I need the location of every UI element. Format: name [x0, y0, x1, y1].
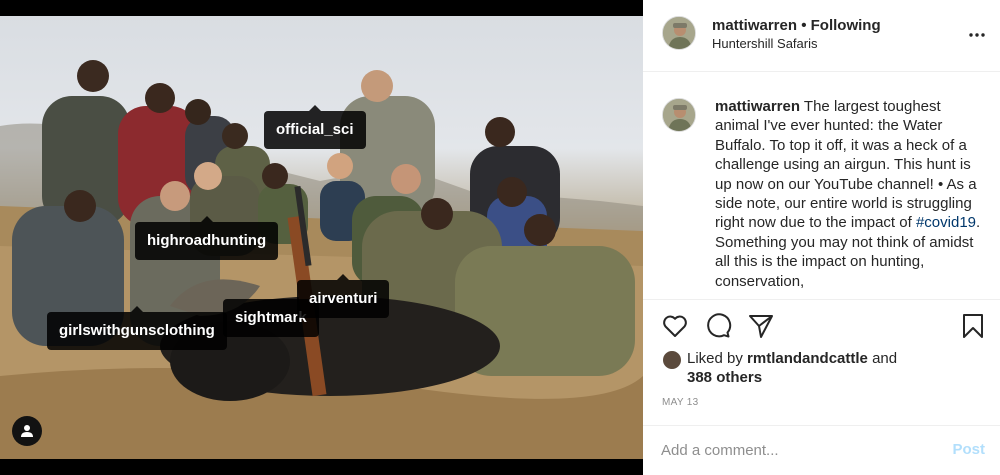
- caption-avatar[interactable]: [662, 98, 696, 132]
- instagram-post: official_sci highroadhunting sightmark a…: [0, 0, 1000, 475]
- caption-text: mattiwarren The largest toughest animal …: [715, 97, 985, 291]
- photo-tag-girlswithgunsclothing[interactable]: girlswithgunsclothing: [47, 306, 227, 350]
- bookmark-icon[interactable]: [959, 312, 987, 340]
- caption-area: mattiwarren The largest toughest animal …: [643, 73, 1000, 299]
- likes-line: Liked by rmtlandandcattle and: [687, 349, 897, 369]
- avatar[interactable]: [662, 16, 696, 50]
- location-link[interactable]: Huntershill Safaris: [712, 36, 818, 51]
- photo-tag-highroadhunting[interactable]: highroadhunting: [135, 216, 279, 260]
- paper-plane-icon[interactable]: [747, 312, 775, 340]
- photo-tag-official-sci[interactable]: official_sci: [264, 105, 366, 149]
- comment-input[interactable]: [661, 439, 921, 461]
- post-photo[interactable]: official_sci highroadhunting sightmark a…: [0, 16, 643, 459]
- caption-username[interactable]: mattiwarren: [715, 98, 800, 115]
- header-username[interactable]: mattiwarren: [712, 17, 797, 34]
- profile-photo: [663, 17, 695, 49]
- liker-avatar[interactable]: [662, 350, 682, 370]
- likes-count-link[interactable]: 388 others: [687, 368, 762, 388]
- likes-conjunction: and: [867, 350, 898, 367]
- action-bar: Liked by rmtlandandcattle and 388 others…: [643, 299, 1000, 425]
- post-sidebar: mattiwarren • Following Huntershill Safa…: [643, 0, 1000, 475]
- caption-body: The largest toughest animal I've ever hu…: [715, 98, 977, 232]
- likes-prefix: Liked by: [687, 350, 748, 367]
- hashtag-link[interactable]: #covid19: [916, 214, 976, 231]
- heart-icon[interactable]: [661, 312, 689, 340]
- profile-photo: [663, 99, 695, 131]
- person-icon: [21, 425, 33, 437]
- liker-username[interactable]: rmtlandandcattle: [747, 350, 868, 367]
- separator-dot: •: [797, 17, 811, 34]
- comment-box: Post: [643, 425, 1000, 475]
- more-horizontal-icon[interactable]: [968, 26, 986, 44]
- comment-bubble-icon[interactable]: [704, 312, 732, 340]
- header-username-line: mattiwarren • Following: [712, 17, 881, 34]
- following-button[interactable]: Following: [811, 17, 881, 34]
- post-date[interactable]: MAY 13: [662, 397, 698, 408]
- post-comment-button[interactable]: Post: [952, 441, 985, 458]
- tagged-users-button[interactable]: [12, 416, 42, 446]
- post-header: mattiwarren • Following Huntershill Safa…: [643, 0, 1000, 72]
- photo-tag-airventuri[interactable]: airventuri: [297, 274, 390, 318]
- group-of-hunters: [12, 60, 635, 401]
